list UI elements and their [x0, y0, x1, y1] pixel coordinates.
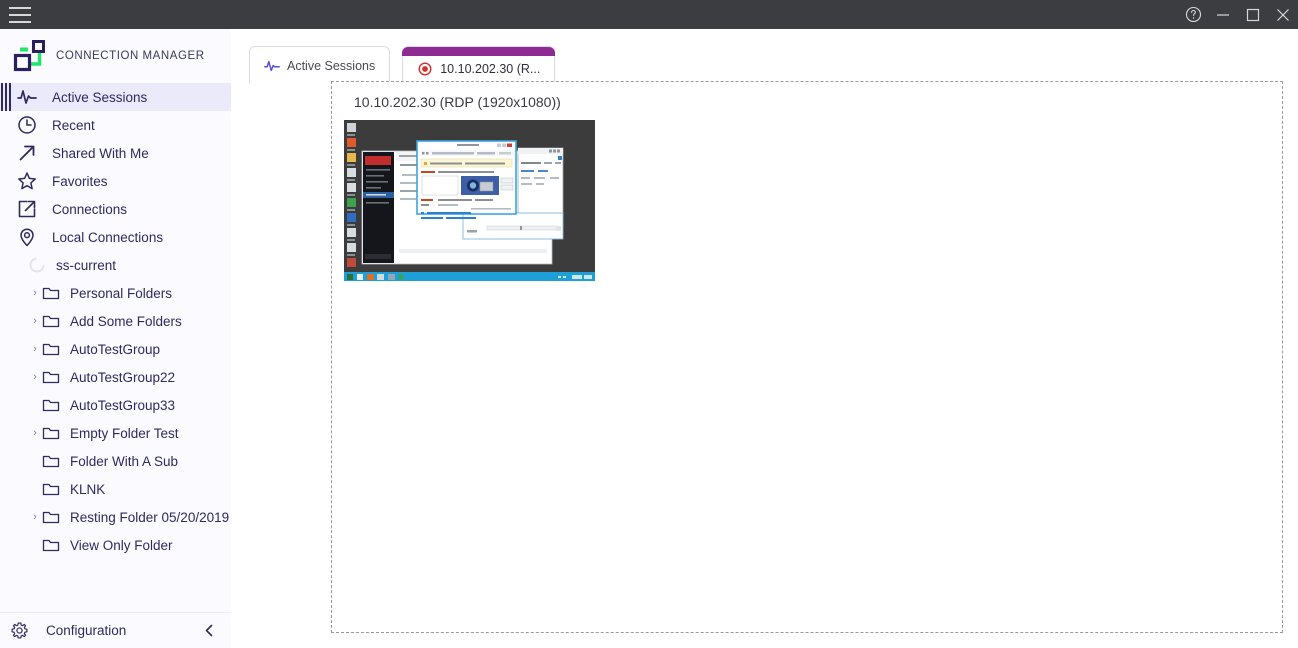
caret-placeholder	[14, 258, 28, 272]
sidebar-item-shared-with-me[interactable]: Shared With Me	[0, 139, 231, 167]
tree-item-empty-folder-test[interactable]: › Empty Folder Test	[0, 419, 231, 447]
tree-item-label: KLNK	[70, 482, 105, 497]
folder-icon	[42, 284, 60, 302]
star-icon	[16, 170, 38, 192]
gear-icon[interactable]	[8, 620, 30, 642]
active-indicator-bars	[0, 83, 16, 111]
close-button[interactable]	[1268, 0, 1298, 29]
folder-icon	[42, 368, 60, 386]
sidebar-item-active-sessions[interactable]: Active Sessions	[0, 83, 231, 111]
arrow-up-right-icon	[16, 142, 38, 164]
folder-icon	[42, 452, 60, 470]
minimize-button[interactable]	[1208, 0, 1238, 29]
sidebar-item-label: Connections	[52, 202, 127, 217]
tree-item-ss-current[interactable]: ss-current	[0, 251, 231, 279]
brand-title: CONNECTION MANAGER	[56, 50, 205, 62]
tree-item-label: ss-current	[56, 258, 116, 273]
tree-item-folder-with-a-sub[interactable]: Folder With A Sub	[0, 447, 231, 475]
chevron-right-icon[interactable]: ›	[28, 286, 42, 300]
maximize-button[interactable]	[1238, 0, 1268, 29]
sidebar-item-label: Shared With Me	[52, 146, 149, 161]
tab-session-10-10-202-30[interactable]: 10.10.202.30 (R...	[402, 46, 555, 84]
session-title: 10.10.202.30 (RDP (1920x1080))	[354, 94, 561, 110]
minimize-icon	[1216, 8, 1230, 22]
caret-placeholder	[28, 482, 42, 496]
pulse-icon	[264, 58, 280, 74]
tree-item-label: AutoTestGroup33	[70, 398, 175, 413]
tree-item-label: Empty Folder Test	[70, 426, 179, 441]
caret-placeholder	[28, 454, 42, 468]
map-pin-icon	[16, 226, 38, 248]
tab-strip: Active Sessions 10.10.202.30 (R...	[231, 29, 1298, 84]
titlebar-left	[0, 7, 31, 23]
pulse-icon	[16, 86, 38, 108]
tree-item-label: AutoTestGroup22	[70, 370, 175, 385]
caret-placeholder	[28, 398, 42, 412]
chevron-right-icon[interactable]: ›	[28, 370, 42, 384]
tree-item-label: AutoTestGroup	[70, 342, 160, 357]
sidebar-item-favorites[interactable]: Favorites	[0, 167, 231, 195]
tree-item-autotestgroup[interactable]: › AutoTestGroup	[0, 335, 231, 363]
tree-item-klnk[interactable]: KLNK	[0, 475, 231, 503]
window-titlebar	[0, 0, 1298, 29]
chevron-right-icon[interactable]: ›	[28, 342, 42, 356]
chevron-right-icon[interactable]: ›	[28, 314, 42, 328]
chevron-left-icon[interactable]	[199, 621, 219, 641]
tree-item-label: Personal Folders	[70, 286, 172, 301]
sidebar-item-recent[interactable]: Recent	[0, 111, 231, 139]
tree-item-autotestgroup33[interactable]: AutoTestGroup33	[0, 391, 231, 419]
folder-icon	[42, 480, 60, 498]
rdp-desktop-preview	[344, 120, 595, 281]
folder-icon	[42, 508, 60, 526]
close-icon	[1276, 8, 1290, 22]
tree-item-view-only-folder[interactable]: View Only Folder	[0, 531, 231, 559]
clock-icon	[16, 114, 38, 136]
maximize-icon	[1246, 8, 1260, 22]
brand: CONNECTION MANAGER	[0, 29, 231, 83]
tab-label: Active Sessions	[287, 59, 375, 73]
configuration-label: Configuration	[46, 623, 199, 638]
tab-active-sessions[interactable]: Active Sessions	[249, 46, 390, 84]
tree-item-label: Folder With A Sub	[70, 454, 178, 469]
tab-label: 10.10.202.30 (R...	[440, 62, 540, 76]
tree-item-resting-folder[interactable]: › Resting Folder 05/20/2019	[0, 503, 231, 531]
tree-item-personal-folders[interactable]: › Personal Folders	[0, 279, 231, 307]
tab-accent-bar	[402, 47, 555, 56]
tree-item-label: Resting Folder 05/20/2019	[70, 510, 229, 525]
sidebar-item-label: Recent	[52, 118, 95, 133]
rdp-session-thumbnail[interactable]	[344, 120, 595, 281]
active-sessions-panel: 10.10.202.30 (RDP (1920x1080))	[331, 81, 1283, 633]
tree-item-label: Add Some Folders	[70, 314, 182, 329]
tree-item-add-some-folders[interactable]: › Add Some Folders	[0, 307, 231, 335]
sidebar-nav: Active Sessions Recent Shared With Me	[0, 83, 231, 612]
sidebar-item-label: Favorites	[52, 174, 108, 189]
chevron-right-icon[interactable]: ›	[28, 426, 42, 440]
main-content: Active Sessions 10.10.202.30 (R... 10.10…	[231, 29, 1298, 648]
window-controls	[1178, 0, 1298, 29]
folder-icon	[42, 340, 60, 358]
folder-icon	[42, 536, 60, 554]
folder-icon	[42, 424, 60, 442]
caret-placeholder	[28, 538, 42, 552]
sidebar: CONNECTION MANAGER Active Sessions Recen…	[0, 29, 231, 648]
connection-tree: ss-current › Personal Folders › Add Some…	[0, 251, 231, 559]
folder-icon	[42, 396, 60, 414]
question-circle-icon	[1185, 6, 1202, 23]
folder-icon	[42, 312, 60, 330]
tree-item-label: View Only Folder	[70, 538, 173, 553]
hamburger-icon[interactable]	[9, 7, 31, 23]
external-link-icon	[16, 198, 38, 220]
sidebar-footer: Configuration	[0, 612, 231, 648]
connection-manager-logo	[13, 40, 47, 72]
spinner-icon	[28, 256, 46, 274]
record-icon	[417, 61, 433, 77]
sidebar-item-connections[interactable]: Connections	[0, 195, 231, 223]
sidebar-item-label: Local Connections	[52, 230, 163, 245]
tree-item-autotestgroup22[interactable]: › AutoTestGroup22	[0, 363, 231, 391]
sidebar-item-local-connections[interactable]: Local Connections	[0, 223, 231, 251]
help-button[interactable]	[1178, 0, 1208, 29]
sidebar-item-label: Active Sessions	[52, 90, 147, 105]
chevron-right-icon[interactable]: ›	[28, 510, 42, 524]
